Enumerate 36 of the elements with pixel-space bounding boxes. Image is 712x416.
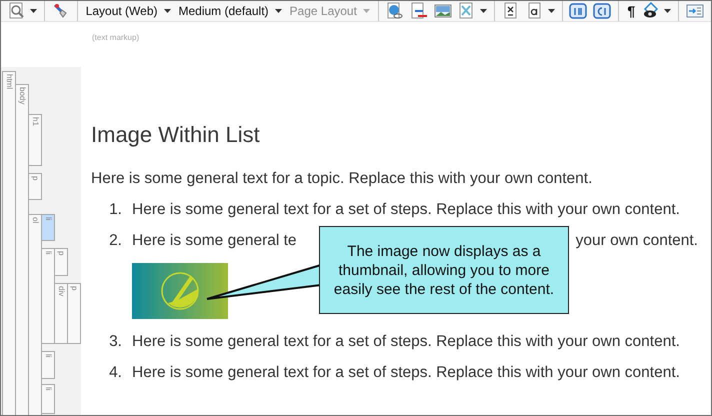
step-text: Here is some general te bbox=[132, 231, 297, 251]
structure-tag[interactable]: ol bbox=[28, 214, 42, 415]
structure-tag[interactable]: div bbox=[54, 283, 68, 344]
step-number: 3. bbox=[108, 332, 123, 352]
text-markup-label: (text markup) bbox=[92, 33, 140, 42]
caret-icon bbox=[164, 9, 170, 13]
structure-tag[interactable]: li bbox=[41, 248, 55, 344]
structure-tag[interactable]: li bbox=[41, 351, 55, 379]
structure-tag[interactable]: li bbox=[41, 214, 55, 241]
caret-icon bbox=[30, 9, 37, 13]
step-number: 1. bbox=[108, 200, 123, 220]
structure-tag[interactable]: html bbox=[2, 71, 16, 415]
image-icon bbox=[434, 2, 452, 20]
callout: The image now displays as a thumbnail, allowing you to more easily see the rest of the content. bbox=[319, 226, 569, 314]
caret-icon bbox=[548, 9, 555, 13]
paragraph-marks-button[interactable]: ¶ bbox=[623, 1, 640, 22]
step-number: 2. bbox=[108, 231, 123, 251]
topic-heading: Image Within List bbox=[91, 121, 261, 149]
structure-tag[interactable]: li bbox=[41, 384, 55, 414]
step-number: 4. bbox=[108, 363, 123, 383]
layout-dropdown[interactable]: Medium (default) bbox=[174, 2, 286, 20]
step-text: Here is some general text for a set of steps. Replace this with your own content. bbox=[132, 363, 681, 383]
structure-tag[interactable]: body bbox=[15, 84, 29, 415]
structure-tag[interactable]: p bbox=[28, 173, 42, 200]
structure-tag[interactable]: h1 bbox=[28, 114, 42, 166]
body-paragraph: Here is some general text for a topic. Replace this with your own content. bbox=[91, 169, 594, 189]
step-text: your own content. bbox=[576, 231, 698, 251]
structure-tag[interactable]: p bbox=[67, 283, 81, 344]
caret-icon bbox=[480, 9, 487, 13]
step-text: Here is some general text for a set of steps. Replace this with your own content. bbox=[132, 332, 681, 352]
caret-icon bbox=[274, 9, 282, 13]
structure-tag[interactable]: p bbox=[54, 248, 68, 276]
layout-dropdown[interactable]: Layout (Web) bbox=[82, 2, 174, 20]
step-text: Here is some general text for a set of steps. Replace this with your own content. bbox=[132, 200, 681, 220]
caret-icon bbox=[362, 9, 370, 13]
caret-icon bbox=[664, 9, 672, 13]
